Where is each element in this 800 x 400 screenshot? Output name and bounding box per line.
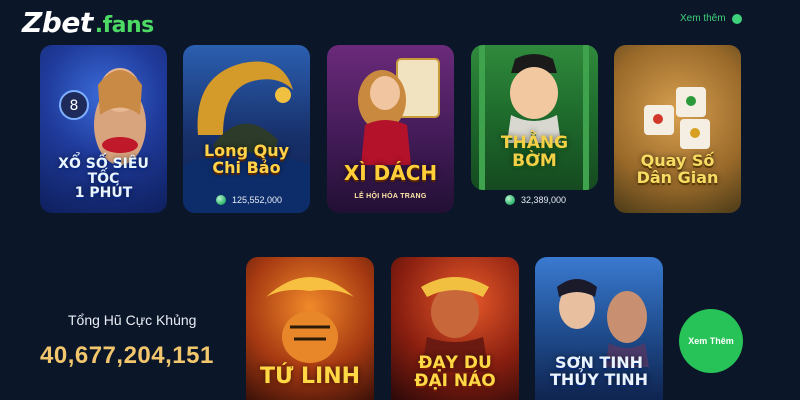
game-title: Long Quy Chi Bảo	[203, 141, 290, 177]
game-title: XỔ SỐ SIÊU TỐC 1 PHÚT	[58, 156, 149, 202]
game-card-tu-linh[interactable]: TỨ LINH	[246, 257, 374, 400]
jackpot-count-value: 32,389,000	[521, 195, 567, 205]
coin-icon	[216, 195, 226, 205]
game-title: ĐẠY DU ĐẠI NÁO	[414, 353, 496, 391]
game-card-day-du-dai-nao[interactable]: ĐẠY DU ĐẠI NÁO	[391, 257, 519, 400]
jackpot-count: 32,389,000	[505, 195, 566, 205]
see-more-link[interactable]: Xem thêm	[680, 13, 742, 24]
game-card-xi-dach[interactable]: XÌ DÁCH LỄ HỘI HÓA TRANG	[327, 45, 454, 213]
logo-brand: Zbet	[22, 6, 93, 39]
jackpot-value: 40,677,204,151	[40, 342, 214, 369]
zbet-logo[interactable]: Zbet .fans	[22, 6, 154, 39]
see-more-button[interactable]: Xem Thêm	[679, 309, 743, 373]
game-card-thang-bom[interactable]: THẰNG BỜM	[471, 45, 598, 190]
see-more-dot-icon	[731, 13, 742, 24]
game-title: TỨ LINH	[259, 364, 361, 389]
see-more-link-label: Xem thêm	[680, 13, 726, 24]
see-more-button-label: Xem Thêm	[688, 336, 734, 346]
jackpot-count: 125,552,000	[216, 195, 282, 205]
game-subtitle: LỄ HỘI HÓA TRANG	[354, 193, 427, 200]
game-title: XÌ DÁCH	[343, 161, 438, 185]
coin-icon	[505, 195, 515, 205]
game-card-xo-so[interactable]: 8 XỔ SỐ SIÊU TỐC 1 PHÚT	[40, 45, 167, 213]
game-title: THẰNG BỜM	[500, 133, 569, 171]
game-card-quay-so-dan-gian[interactable]: Quay Số Dân Gian	[614, 45, 741, 213]
svg-text:8: 8	[70, 98, 79, 114]
game-art	[327, 45, 454, 213]
game-art	[183, 45, 310, 213]
game-art	[614, 45, 741, 213]
jackpot-label: Tổng Hũ Cực Khủng	[68, 312, 197, 328]
game-card-long-quy-chi-bao[interactable]: Long Quy Chi Bảo	[183, 45, 310, 213]
game-title: Quay Số Dân Gian	[636, 151, 719, 187]
game-title: SƠN TINH THỦY TINH	[549, 353, 649, 389]
logo-suffix: .fans	[94, 13, 155, 38]
jackpot-count-value: 125,552,000	[232, 195, 283, 205]
game-card-son-tinh-thuy-tinh[interactable]: SƠN TINH THỦY TINH	[535, 257, 663, 400]
